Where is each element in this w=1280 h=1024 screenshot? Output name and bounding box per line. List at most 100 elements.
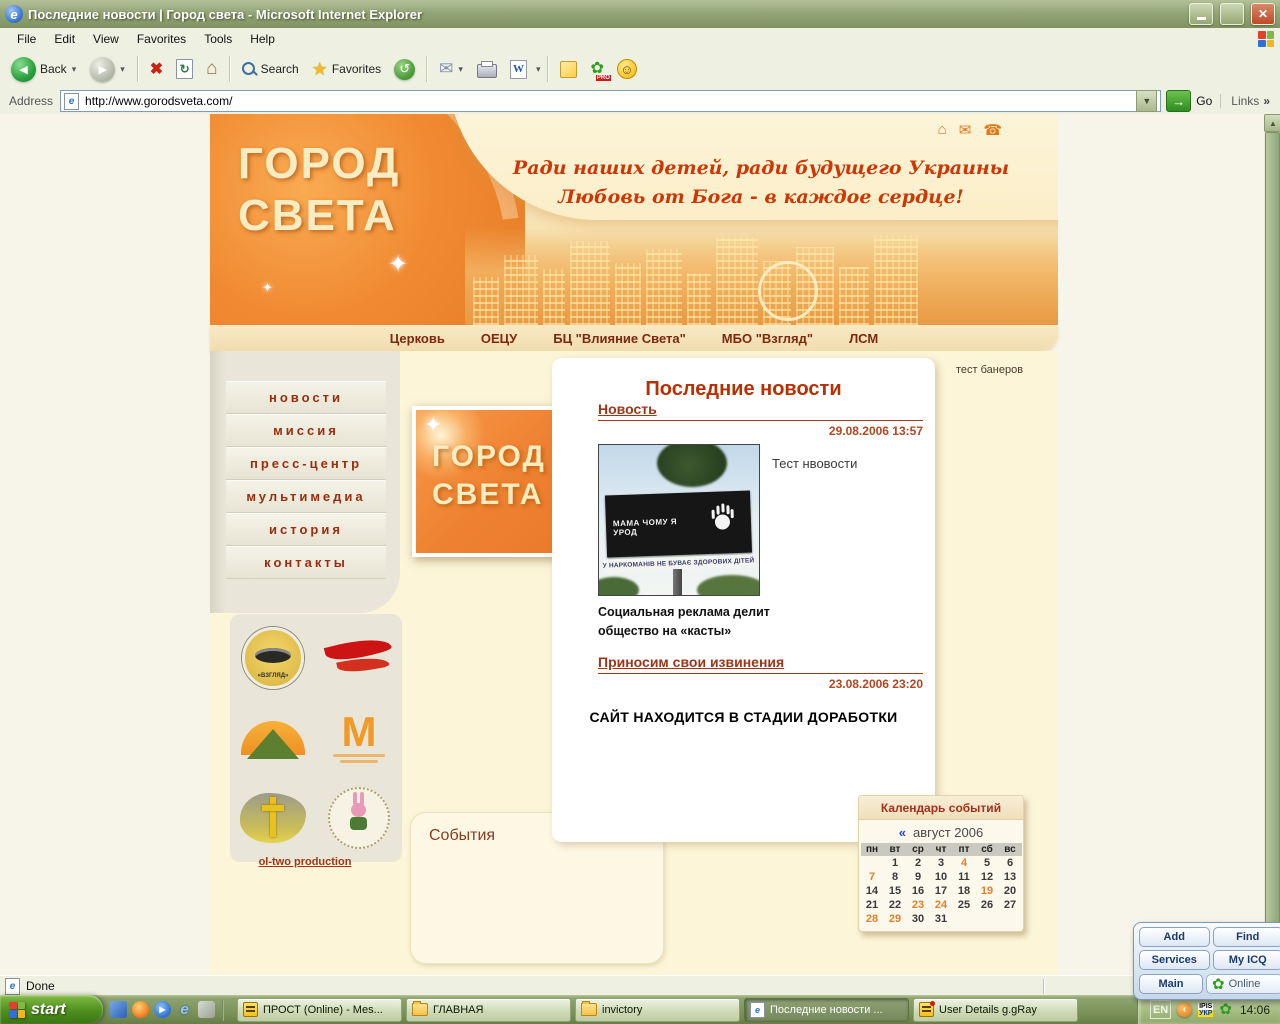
nav-oecu[interactable]: ОЕЦУ bbox=[481, 331, 517, 346]
calendar-day[interactable]: 24 bbox=[930, 898, 953, 912]
icq-status[interactable]: ✿ Online bbox=[1206, 974, 1280, 994]
menu-file[interactable]: File bbox=[8, 30, 45, 48]
restore-button[interactable] bbox=[1220, 3, 1244, 25]
menu-edit[interactable]: Edit bbox=[45, 30, 84, 48]
calendar-day[interactable]: 26 bbox=[976, 898, 999, 912]
quicklaunch-show-desktop-icon[interactable] bbox=[198, 1001, 215, 1018]
calendar-day[interactable]: 31 bbox=[930, 912, 953, 926]
calendar-day[interactable]: 7 bbox=[861, 870, 884, 884]
go-label[interactable]: Go bbox=[1191, 94, 1220, 108]
icq-find-button[interactable]: Find bbox=[1213, 927, 1280, 947]
smiley-button[interactable]: ☺ bbox=[612, 57, 642, 81]
favorites-button[interactable]: ★ Favorites bbox=[307, 57, 387, 82]
production-credit-link[interactable]: ol-two production bbox=[210, 856, 400, 868]
menu-tools[interactable]: Tools bbox=[195, 30, 241, 48]
task-ie-latest-news[interactable]: e Последние новости ... bbox=[744, 998, 909, 1022]
icq-add-button[interactable]: Add bbox=[1139, 927, 1210, 947]
news-item-2-title-link[interactable]: Приносим свои извинения bbox=[598, 654, 784, 670]
calendar-day[interactable]: 15 bbox=[884, 884, 907, 898]
sidebar-item-multimedia[interactable]: мультимедиа bbox=[226, 480, 386, 513]
calendar-day[interactable]: 19 bbox=[976, 884, 999, 898]
address-dropdown-button[interactable]: ▼ bbox=[1136, 90, 1157, 112]
hide-tray-icons-button[interactable]: ‹ bbox=[1177, 1002, 1192, 1017]
links-chevron-icon[interactable]: » bbox=[1263, 94, 1278, 108]
sidebar-item-mission[interactable]: миссия bbox=[226, 414, 386, 447]
logo-ukraine-map[interactable] bbox=[233, 781, 313, 855]
logo-youth-church[interactable]: М bbox=[319, 701, 399, 775]
logo-lsm-wings[interactable] bbox=[319, 621, 399, 695]
sidebar-item-contacts[interactable]: контакты bbox=[226, 546, 386, 579]
calendar-day[interactable]: 8 bbox=[884, 870, 907, 884]
scroll-up-button[interactable]: ▲ bbox=[1264, 114, 1280, 132]
logo-camp-tent[interactable] bbox=[233, 701, 313, 775]
task-user-details[interactable]: User Details g.gRay bbox=[913, 998, 1078, 1022]
calendar-day[interactable]: 21 bbox=[861, 898, 884, 912]
tray-keyboard-badge[interactable]: IPIS УКР bbox=[1198, 1003, 1213, 1017]
calendar-day[interactable]: 6 bbox=[999, 856, 1022, 870]
calendar-day[interactable]: 11 bbox=[953, 870, 976, 884]
calendar-day[interactable]: 20 bbox=[999, 884, 1022, 898]
nav-bc-vliyanie-sveta[interactable]: БЦ "Влияние Света" bbox=[553, 331, 686, 346]
icq-services-button[interactable]: Services bbox=[1139, 950, 1210, 970]
nav-church[interactable]: Церковь bbox=[390, 331, 445, 346]
calendar-day[interactable]: 17 bbox=[930, 884, 953, 898]
quicklaunch-messenger-icon[interactable] bbox=[110, 1001, 127, 1018]
logo-vzglyad-eye[interactable]: «ВЗГЛЯД» bbox=[233, 621, 313, 695]
messenger-notes-button[interactable] bbox=[555, 59, 582, 80]
mail-button[interactable]: ✉ ▾ bbox=[434, 57, 469, 81]
sidebar-item-news[interactable]: новости bbox=[226, 381, 386, 414]
print-button[interactable] bbox=[472, 58, 502, 80]
calendar-day[interactable]: 1 bbox=[884, 856, 907, 870]
back-dropdown-icon[interactable]: ▾ bbox=[71, 64, 78, 75]
calendar-day[interactable]: 13 bbox=[999, 870, 1022, 884]
calendar-day[interactable]: 25 bbox=[953, 898, 976, 912]
icq-main-button[interactable]: Main bbox=[1139, 974, 1203, 994]
calendar-day[interactable]: 14 bbox=[861, 884, 884, 898]
forward-dropdown-icon[interactable]: ▾ bbox=[119, 64, 126, 75]
task-folder-glavnaya[interactable]: ГЛАВНАЯ bbox=[406, 998, 571, 1022]
mail-dropdown-icon[interactable]: ▾ bbox=[457, 64, 464, 75]
calendar-day[interactable]: 18 bbox=[953, 884, 976, 898]
menu-view[interactable]: View bbox=[84, 30, 128, 48]
edit-word-button[interactable]: W bbox=[505, 58, 532, 81]
calendar-day[interactable]: 29 bbox=[884, 912, 907, 926]
calendar-day[interactable]: 28 bbox=[861, 912, 884, 926]
news-item-1-title-link[interactable]: Новость bbox=[598, 401, 657, 417]
calendar-day[interactable]: 23 bbox=[907, 898, 930, 912]
start-button[interactable]: start bbox=[0, 995, 103, 1024]
nav-lsm[interactable]: ЛСМ bbox=[849, 331, 878, 346]
icq-myicq-button[interactable]: My ICQ bbox=[1213, 950, 1280, 970]
mail-site-icon[interactable]: ✉ bbox=[959, 121, 972, 139]
news-item-1-photo[interactable]: МАМА ЧОМУ Я УРОД У НАРКОМАНІВ НЕ БУВАЄ З… bbox=[598, 444, 760, 596]
sidebar-item-press-center[interactable]: пресс-центр bbox=[226, 447, 386, 480]
calendar-day[interactable]: 5 bbox=[976, 856, 999, 870]
menu-help[interactable]: Help bbox=[241, 30, 284, 48]
language-indicator[interactable]: EN bbox=[1150, 1000, 1171, 1019]
calendar-day[interactable]: 3 bbox=[930, 856, 953, 870]
home-site-icon[interactable]: ⌂ bbox=[938, 121, 947, 139]
phone-site-icon[interactable]: ☎ bbox=[983, 121, 1002, 139]
calendar-prev-month-button[interactable]: « bbox=[899, 825, 906, 840]
minimize-button[interactable] bbox=[1189, 3, 1213, 25]
history-button[interactable]: ↺ bbox=[389, 57, 420, 82]
logo-bunny-club[interactable] bbox=[319, 781, 399, 855]
go-button[interactable]: → bbox=[1166, 90, 1191, 112]
search-button[interactable]: Search bbox=[237, 60, 304, 79]
task-prost-messenger[interactable]: ПРОСТ (Online) - Mes... bbox=[237, 998, 402, 1022]
home-button[interactable]: ⌂ bbox=[201, 56, 222, 82]
tray-icq-flower-icon[interactable]: ✿ bbox=[1219, 1002, 1232, 1017]
nav-mbo-vzglyad[interactable]: МБО "Взгляд" bbox=[722, 331, 813, 346]
edit-dropdown-icon[interactable]: ▾ bbox=[535, 64, 542, 75]
forward-button[interactable]: ▶ ▾ bbox=[85, 55, 131, 84]
close-button[interactable]: ✕ bbox=[1251, 3, 1275, 25]
calendar-day[interactable]: 30 bbox=[907, 912, 930, 926]
refresh-button[interactable]: ↻ bbox=[171, 57, 198, 81]
task-folder-invictory[interactable]: invictory bbox=[575, 998, 740, 1022]
calendar-day[interactable]: 16 bbox=[907, 884, 930, 898]
quicklaunch-media-player-icon[interactable]: ▶ bbox=[154, 1001, 171, 1018]
calendar-day[interactable]: 2 bbox=[907, 856, 930, 870]
icq-button[interactable]: ✿PRO bbox=[585, 59, 608, 79]
links-label[interactable]: Links bbox=[1220, 94, 1263, 108]
calendar-day[interactable]: 12 bbox=[976, 870, 999, 884]
scrollbar-thumb[interactable] bbox=[1265, 132, 1280, 930]
